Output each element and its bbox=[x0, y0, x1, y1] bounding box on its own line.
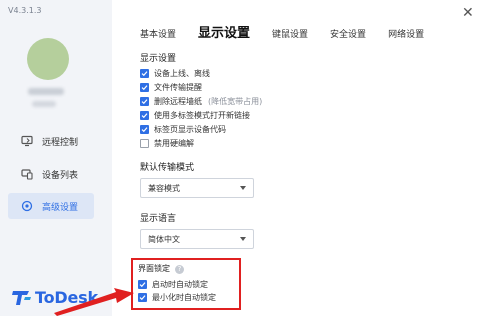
sidebar-item-label: 设备列表 bbox=[42, 170, 79, 181]
chevron-down-icon bbox=[240, 186, 246, 190]
sidebar-item-label: 高级设置 bbox=[42, 202, 79, 213]
logo-text: ToDesk bbox=[35, 288, 98, 307]
version-label: V4.3.1.3 bbox=[8, 6, 42, 15]
sidebar-item-advanced-settings[interactable]: 高级设置 bbox=[8, 193, 94, 219]
transfer-mode-heading: 默认传输模式 bbox=[140, 163, 195, 173]
language-value: 简体中文 bbox=[148, 234, 180, 244]
tab-display-settings[interactable]: 显示设置 bbox=[198, 22, 250, 41]
tab-basic-settings[interactable]: 基本设置 bbox=[140, 27, 176, 40]
close-icon[interactable]: ✕ bbox=[462, 5, 474, 21]
tab-keyboard-mouse-settings[interactable]: 键鼠设置 bbox=[272, 27, 308, 40]
tab-security-settings[interactable]: 安全设置 bbox=[330, 27, 366, 40]
checkbox-unchecked-icon[interactable] bbox=[140, 139, 149, 148]
language-heading: 显示语言 bbox=[140, 214, 177, 224]
transfer-mode-value: 兼容模式 bbox=[148, 183, 180, 193]
settings-tabs: 基本设置 显示设置 键鼠设置 安全设置 网络设置 bbox=[140, 22, 446, 41]
checkbox-checked-icon[interactable] bbox=[140, 111, 149, 120]
option-multi-tab-mode[interactable]: 使用多标签模式打开新链接 bbox=[140, 110, 250, 121]
language-select[interactable]: 简体中文 bbox=[140, 229, 254, 249]
transfer-mode-select[interactable]: 兼容模式 bbox=[140, 178, 254, 198]
sidebar-item-label: 远程控制 bbox=[42, 137, 79, 148]
option-hint: (降低宽带占用) bbox=[208, 97, 263, 106]
option-file-transfer-reminder[interactable]: 文件传输提醒 bbox=[140, 82, 202, 93]
todesk-logo-icon bbox=[12, 290, 31, 305]
option-label: 标签页显示设备代码 bbox=[154, 125, 226, 134]
sidebar-item-remote-control[interactable]: 远程控制 bbox=[8, 128, 94, 154]
checkbox-checked-icon[interactable] bbox=[140, 69, 149, 78]
tab-network-settings[interactable]: 网络设置 bbox=[388, 27, 424, 40]
option-tab-show-device-code[interactable]: 标签页显示设备代码 bbox=[140, 124, 226, 135]
option-label: 删除远程墙纸 bbox=[154, 97, 202, 106]
option-label: 使用多标签模式打开新链接 bbox=[154, 111, 250, 120]
option-remove-remote-wallpaper[interactable]: 删除远程墙纸 (降低宽带占用) bbox=[140, 96, 262, 107]
user-id-blurred bbox=[32, 101, 56, 107]
sidebar: V4.3.1.3 远程控制 设备列表 高级设置 ToDesk bbox=[0, 0, 112, 316]
checkbox-checked-icon[interactable] bbox=[140, 97, 149, 106]
username-blurred bbox=[28, 88, 64, 95]
option-label: 禁用硬编解 bbox=[154, 139, 194, 148]
todesk-logo: ToDesk bbox=[12, 288, 98, 307]
sidebar-item-device-list[interactable]: 设备列表 bbox=[8, 161, 94, 187]
settings-icon bbox=[20, 199, 34, 213]
option-device-online-offline[interactable]: 设备上线、离线 bbox=[140, 68, 210, 79]
option-label: 设备上线、离线 bbox=[154, 69, 210, 78]
highlight-box bbox=[131, 258, 241, 310]
checkbox-checked-icon[interactable] bbox=[140, 125, 149, 134]
monitor-icon bbox=[20, 134, 34, 148]
option-disable-hardware-decoding[interactable]: 禁用硬编解 bbox=[140, 138, 194, 149]
device-list-icon bbox=[20, 167, 34, 181]
avatar[interactable] bbox=[27, 38, 69, 80]
option-label: 文件传输提醒 bbox=[154, 83, 202, 92]
display-settings-heading: 显示设置 bbox=[140, 54, 177, 64]
checkbox-checked-icon[interactable] bbox=[140, 83, 149, 92]
chevron-down-icon bbox=[240, 237, 246, 241]
